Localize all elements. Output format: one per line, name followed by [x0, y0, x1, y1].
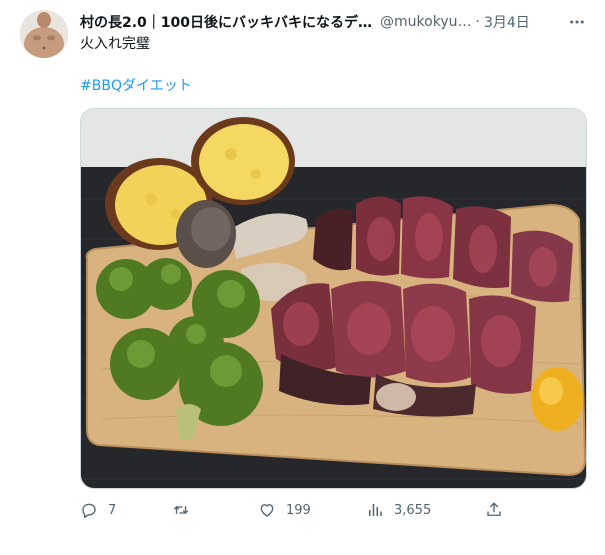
author-handle[interactable]: @mukokyu…	[380, 14, 471, 30]
view-count: 3,655	[394, 502, 432, 518]
views-icon	[369, 504, 382, 516]
retweet-icon	[173, 506, 189, 514]
reply-button[interactable]: 7	[80, 498, 116, 522]
post-date[interactable]: 3月4日	[484, 12, 530, 32]
hashtag-link[interactable]: #BBQダイエット	[80, 75, 192, 95]
like-button[interactable]: 199	[258, 498, 311, 522]
share-button[interactable]	[485, 498, 503, 522]
tweet: 村の長2.0｜100日後にバッキバキになるデ… @mukokyu… · 3月4日…	[0, 0, 605, 555]
share-icon	[487, 502, 501, 516]
more-icon[interactable]	[565, 10, 589, 34]
heart-icon	[260, 504, 274, 517]
avatar[interactable]	[20, 10, 68, 58]
tweet-photo[interactable]	[80, 108, 587, 489]
tweet-text: 火入れ完璧	[80, 36, 150, 52]
separator-dot: ·	[475, 14, 480, 30]
like-count: 199	[286, 502, 311, 518]
author-name[interactable]: 村の長2.0｜100日後にバッキバキになるデ…	[80, 12, 372, 32]
retweet-button[interactable]	[172, 498, 200, 522]
reply-icon	[82, 503, 96, 519]
reply-count: 7	[108, 502, 117, 518]
action-bar: 7 199 3,655	[80, 498, 585, 522]
tweet-header: 村の長2.0｜100日後にバッキバキになるデ… @mukokyu… · 3月4日	[80, 11, 590, 33]
views-button[interactable]: 3,655	[366, 498, 431, 522]
